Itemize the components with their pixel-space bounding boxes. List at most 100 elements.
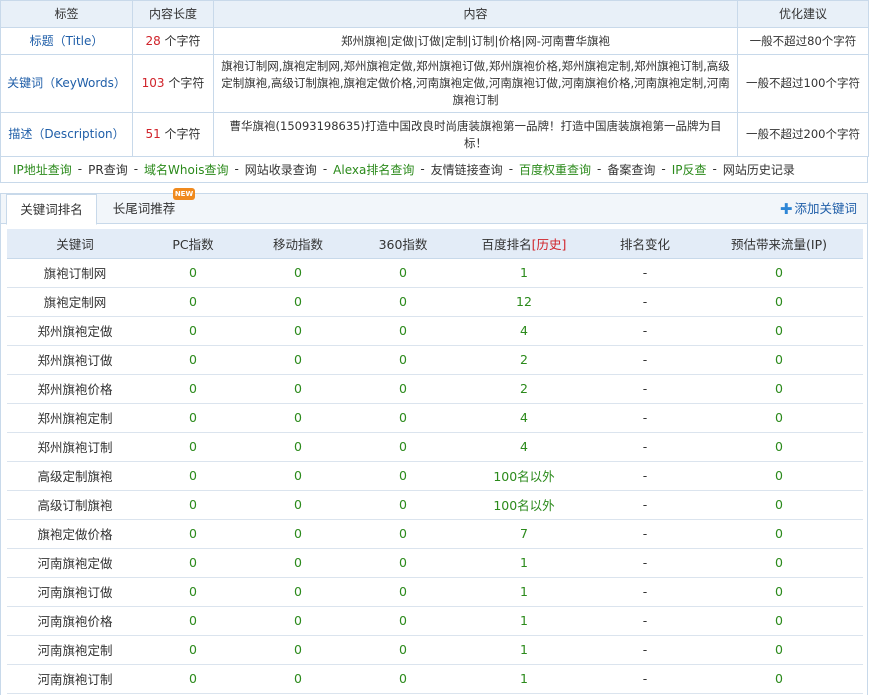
- tool-friend-link-lookup[interactable]: 友情链接查询: [431, 161, 503, 178]
- col-est-traffic: 预估带来流量(IP): [695, 229, 863, 259]
- keyword-ranking-table: 关键词 PC指数 移动指数 360指数 百度排名[历史] 排名变化 预估带来流量…: [7, 229, 863, 694]
- col-length: 内容长度: [132, 0, 214, 28]
- col-pc-index: PC指数: [143, 229, 243, 259]
- add-keyword-button[interactable]: ✚ 添加关键词: [780, 194, 857, 224]
- title-content: 郑州旗袍|定做|订做|定制|订制|价格|网-河南曹华旗袍: [213, 27, 738, 55]
- mobile-index-cell: 0: [243, 577, 353, 607]
- col-keyword: 关键词: [7, 229, 143, 259]
- pc-index-cell: 0: [143, 345, 243, 375]
- rank-change-cell: -: [595, 461, 695, 491]
- pc-index-cell: 0: [143, 519, 243, 549]
- index-360-cell: 0: [353, 548, 453, 578]
- pc-index-cell: 0: [143, 258, 243, 288]
- baidu-rank-cell: 4: [453, 403, 595, 433]
- col-baidu-rank: 百度排名[历史]: [453, 229, 595, 259]
- pc-index-cell: 0: [143, 374, 243, 404]
- baidu-rank-cell: 4: [453, 316, 595, 346]
- tool-index-lookup[interactable]: 网站收录查询: [245, 161, 317, 178]
- keywords-length-number: 103: [141, 76, 165, 90]
- traffic-cell: 0: [695, 432, 863, 462]
- keyword-cell: 旗袍订制网: [7, 258, 143, 288]
- title-suggestion: 一般不超过80个字符: [737, 27, 869, 55]
- keyword-cell: 郑州旗袍定做: [7, 316, 143, 346]
- mobile-index-cell: 0: [243, 519, 353, 549]
- mobile-index-cell: 0: [243, 403, 353, 433]
- title-length-unit: 个字符: [164, 33, 201, 48]
- info-row-title: 标题（Title） 28 个字符 郑州旗袍|定做|订做|定制|订制|价格|网-河…: [0, 27, 869, 55]
- seo-info-table: 标签 内容长度 内容 优化建议 标题（Title） 28 个字符 郑州旗袍|定做…: [0, 0, 869, 157]
- table-row: 旗袍定做价格 0 0 0 7-0: [7, 519, 863, 549]
- traffic-cell: 0: [695, 316, 863, 346]
- seo-tools-bar: IP地址查询 - PR查询 - 域名Whois查询 - 网站收录查询 - Alexa排名…: [0, 156, 868, 183]
- rank-change-cell: -: [595, 258, 695, 288]
- pc-index-cell: 0: [143, 403, 243, 433]
- tool-icp-lookup[interactable]: 备案查询: [607, 161, 655, 178]
- tool-baidu-weight-lookup[interactable]: 百度权重查询: [519, 161, 591, 178]
- index-360-cell: 0: [353, 664, 453, 694]
- mobile-index-cell: 0: [243, 548, 353, 578]
- keywords-length: 103 个字符: [132, 54, 214, 113]
- tool-alexa-lookup[interactable]: Alexa排名查询: [333, 161, 414, 178]
- rank-change-cell: -: [595, 548, 695, 578]
- keyword-cell: 郑州旗袍定制: [7, 403, 143, 433]
- tool-whois-lookup[interactable]: 域名Whois查询: [144, 161, 228, 178]
- baidu-rank-cell: 1: [453, 606, 595, 636]
- traffic-cell: 0: [695, 664, 863, 694]
- index-360-cell: 0: [353, 519, 453, 549]
- col-suggestion: 优化建议: [737, 0, 869, 28]
- tool-separator: -: [712, 162, 717, 176]
- table-row: 旗袍定制网 0 0 0 12-0: [7, 287, 863, 317]
- keyword-header-row: 关键词 PC指数 移动指数 360指数 百度排名[历史] 排名变化 预估带来流量…: [7, 229, 863, 259]
- tab-keyword-ranking[interactable]: 关键词排名: [6, 194, 97, 225]
- tool-site-history[interactable]: 网站历史记录: [723, 161, 795, 178]
- tool-pr-lookup[interactable]: PR查询: [88, 161, 128, 178]
- index-360-cell: 0: [353, 490, 453, 520]
- keyword-cell: 旗袍定做价格: [7, 519, 143, 549]
- description-content: 曹华旗袍(15093198635)打造中国改良时尚唐装旗袍第一品牌！打造中国唐装…: [213, 112, 738, 157]
- pc-index-cell: 0: [143, 635, 243, 665]
- index-360-cell: 0: [353, 461, 453, 491]
- tool-ip-lookup[interactable]: IP地址查询: [13, 161, 72, 178]
- table-row: 郑州旗袍定做 0 0 0 4-0: [7, 316, 863, 346]
- baidu-rank-label: 百度排名: [481, 236, 532, 252]
- baidu-rank-cell: 12: [453, 287, 595, 317]
- keyword-panel: 关键词排名 长尾词推荐 NEW ✚ 添加关键词 关键词 PC指数 移动指数 36…: [0, 188, 868, 695]
- index-360-cell: 0: [353, 287, 453, 317]
- pc-index-cell: 0: [143, 577, 243, 607]
- baidu-rank-cell: 2: [453, 374, 595, 404]
- table-row: 郑州旗袍订制 0 0 0 4-0: [7, 432, 863, 462]
- title-length: 28 个字符: [132, 27, 214, 55]
- traffic-cell: 0: [695, 374, 863, 404]
- table-row: 河南旗袍订做 0 0 0 1-0: [7, 577, 863, 607]
- traffic-cell: 0: [695, 490, 863, 520]
- mobile-index-cell: 0: [243, 606, 353, 636]
- keyword-cell: 高级定制旗袍: [7, 461, 143, 491]
- rank-change-cell: -: [595, 606, 695, 636]
- keywords-length-unit: 个字符: [168, 76, 205, 90]
- keyword-cell: 高级订制旗袍: [7, 490, 143, 520]
- pc-index-cell: 0: [143, 606, 243, 636]
- mobile-index-cell: 0: [243, 287, 353, 317]
- mobile-index-cell: 0: [243, 461, 353, 491]
- index-360-cell: 0: [353, 403, 453, 433]
- keyword-cell: 旗袍定制网: [7, 287, 143, 317]
- traffic-cell: 0: [695, 577, 863, 607]
- tool-reverse-ip[interactable]: IP反查: [672, 161, 707, 178]
- baidu-rank-cell: 4: [453, 432, 595, 462]
- traffic-cell: 0: [695, 461, 863, 491]
- rank-change-cell: -: [595, 374, 695, 404]
- history-link[interactable]: [历史]: [532, 237, 567, 252]
- keyword-cell: 河南旗袍订制: [7, 664, 143, 694]
- baidu-rank-cell: 1: [453, 548, 595, 578]
- index-360-cell: 0: [353, 316, 453, 346]
- pc-index-cell: 0: [143, 461, 243, 491]
- rank-change-cell: -: [595, 577, 695, 607]
- description-length-unit: 个字符: [164, 127, 201, 141]
- col-mobile-index: 移动指数: [243, 229, 353, 259]
- col-rank-change: 排名变化: [595, 229, 695, 259]
- tool-separator: -: [322, 162, 328, 176]
- rank-change-cell: -: [595, 345, 695, 375]
- keyword-cell: 河南旗袍定制: [7, 635, 143, 665]
- col-360-index: 360指数: [353, 229, 453, 259]
- pc-index-cell: 0: [143, 490, 243, 520]
